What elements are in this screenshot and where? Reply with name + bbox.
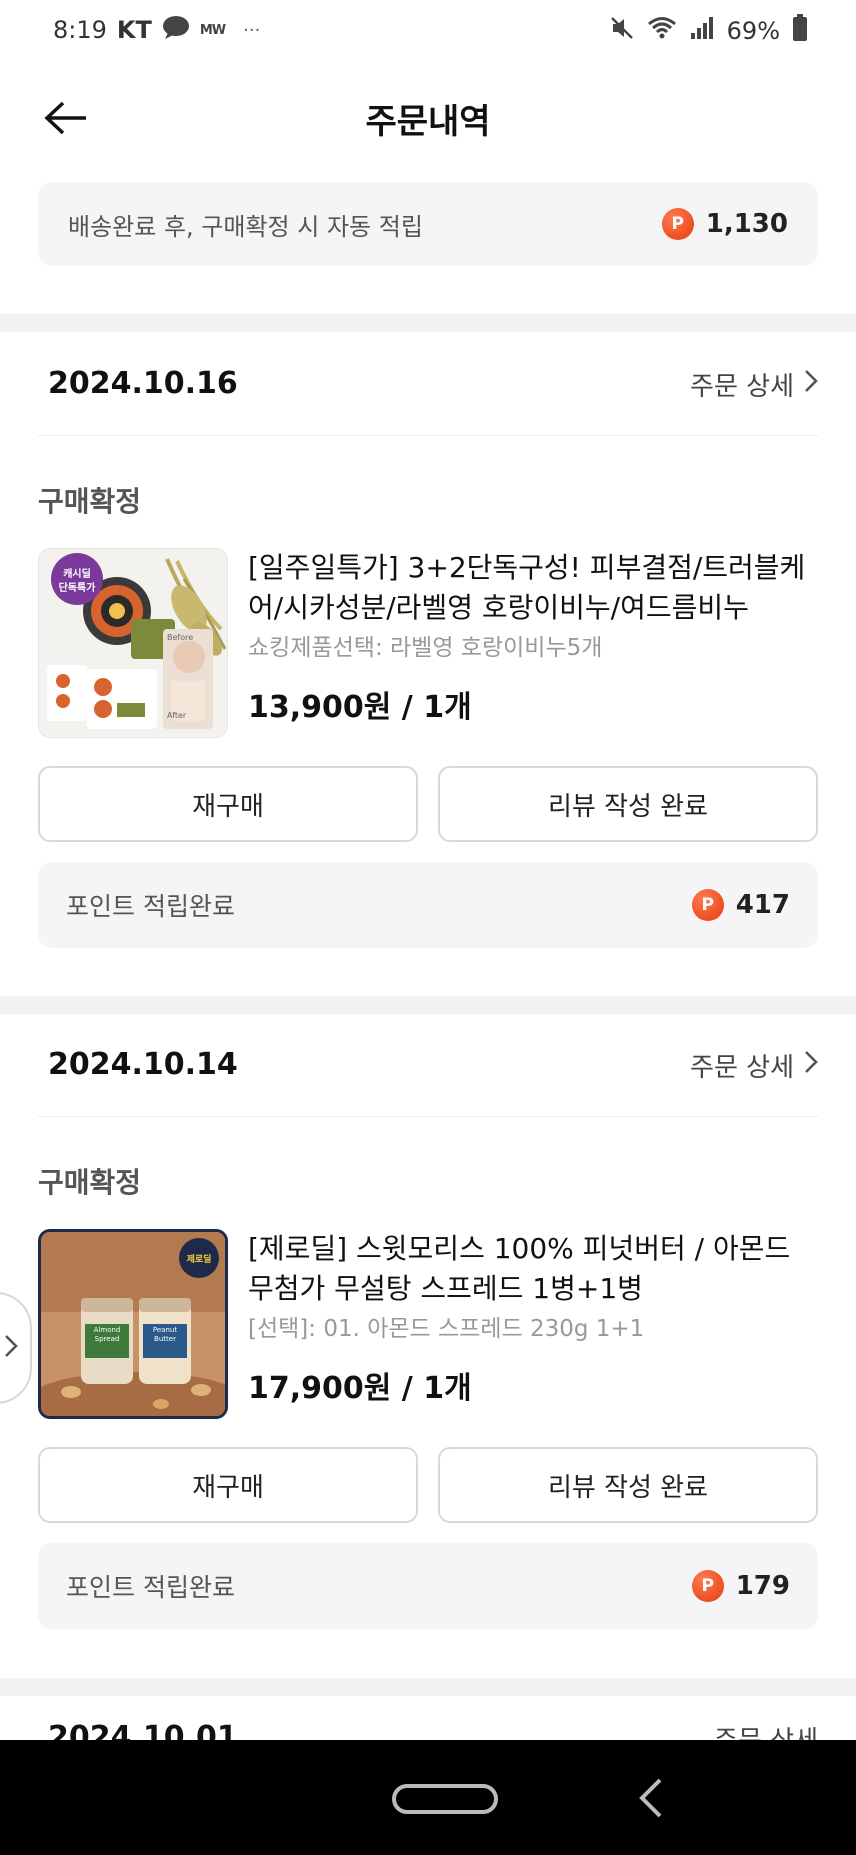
product-price: 17,900원 / 1개 [248, 1371, 472, 1406]
points-earned-row: 포인트 적립완료 P 179 [38, 1543, 818, 1629]
thumb-before: Before [167, 633, 194, 642]
battery-percent: 69% [726, 17, 780, 45]
order-detail-label: 주문 상세 [690, 1053, 794, 1083]
product-thumbnail: 캐시딜 단독특가 Before After [38, 548, 228, 738]
points-earned-value: P 179 [691, 1570, 790, 1602]
status-carrier: KT [116, 16, 152, 44]
thumb-tag-bottom: 단독특가 [58, 583, 96, 594]
section-divider [0, 314, 856, 332]
product-title: [일주일특가] 3+2단독구성! 피부결점/트러블케어/시카성분/라벨영 호랑이… [248, 551, 806, 624]
section-divider [0, 1678, 856, 1696]
product-title: [제로딜] 스윗모리스 100% 피넛버터 / 아몬드 무첨가 무설탕 스프레드… [248, 1232, 791, 1305]
points-earned-row: 포인트 적립완료 P 417 [38, 862, 818, 948]
order-actions: 재구매 리뷰 작성 완료 [38, 1447, 818, 1523]
points-earned-label: 포인트 적립완료 [66, 1573, 235, 1602]
points-earned-label: 포인트 적립완료 [66, 892, 235, 921]
point-p-icon: P [691, 1570, 724, 1602]
status-bar-left: 8:19 KT MW ··· [53, 14, 260, 46]
product-option: 쇼킹제품선택: 라벨영 호랑이비누5개 [248, 635, 603, 661]
points-banner: 배송완료 후, 구매확정 시 자동 적립 P 1,130 [38, 182, 818, 266]
section-divider [0, 996, 856, 1014]
order-actions: 재구매 리뷰 작성 완료 [38, 766, 818, 842]
product-item[interactable]: 캐시딜 단독특가 Before After [일주일특가] 3+2단독구성! 피… [38, 548, 818, 738]
points-total: 1,130 [705, 209, 788, 239]
jar-left-label: Almond Spread [93, 1326, 121, 1343]
order-card: 2024.10.14 주문 상세 구매확정 제로딜 Almond Spread … [0, 1013, 856, 1673]
review-done-button[interactable]: 리뷰 작성 완료 [438, 766, 818, 842]
thumb-tag-top: 캐시딜 [63, 569, 91, 580]
product-item[interactable]: 제로딜 Almond Spread Peanut Butter [제로딜] 스윗… [38, 1229, 818, 1419]
chevron-left-icon [632, 1778, 672, 1824]
order-detail-link[interactable]: 주문 상세 [690, 1047, 818, 1084]
thumb-badge: 제로딜 [186, 1255, 212, 1265]
point-p-icon: P [691, 889, 724, 921]
chevron-right-icon [804, 1050, 818, 1081]
order-card: 2024.10.16 주문 상세 구매확정 캐시딜 단독특가 Before Af… [0, 332, 856, 992]
point-p-icon: P [661, 208, 694, 240]
order-header: 2024.10.16 주문 상세 [38, 332, 818, 436]
order-date: 2024.10.16 [48, 366, 238, 401]
status-dots: ··· [243, 19, 261, 41]
app-header: 주문내역 [0, 64, 856, 168]
nav-back-button[interactable] [632, 1776, 672, 1820]
product-option: [선택]: 01. 아몬드 스프레드 230g 1+1 [248, 1316, 645, 1342]
chevron-right-icon [4, 1334, 18, 1362]
jar-right-label: Peanut Butter [152, 1326, 178, 1343]
rebuy-button[interactable]: 재구매 [38, 1447, 418, 1523]
order-detail-label: 주문 상세 [690, 372, 794, 402]
thumb-after: After [167, 711, 187, 720]
product-price: 13,900원 / 1개 [248, 690, 472, 725]
system-nav-bar [0, 1740, 856, 1855]
order-header: 2024.10.14 주문 상세 [38, 1013, 818, 1117]
order-history-screen: 8:19 KT MW ··· 69% 주문내역 배송완료 후, 구매확정 시 자… [0, 0, 856, 1855]
rebuy-button[interactable]: 재구매 [38, 766, 418, 842]
status-bar: 8:19 KT MW ··· 69% [0, 0, 856, 64]
points-earned-amount: 179 [735, 1571, 790, 1601]
wifi-icon [647, 15, 677, 47]
order-date: 2024.10.14 [48, 1047, 238, 1082]
battery-icon [792, 14, 808, 48]
home-button[interactable] [392, 1784, 498, 1814]
status-bar-right: 69% [609, 14, 808, 48]
order-status: 구매확정 [38, 485, 142, 518]
signal-icon [689, 15, 715, 47]
points-earned-value: P 417 [691, 889, 790, 921]
order-status: 구매확정 [38, 1166, 142, 1199]
mute-icon [609, 15, 635, 47]
chevron-right-icon [804, 369, 818, 400]
points-banner-value: P 1,130 [661, 208, 788, 240]
status-extra: MW [199, 22, 226, 38]
product-info: [제로딜] 스윗모리스 100% 피넛버터 / 아몬드 무첨가 무설탕 스프레드… [248, 1229, 818, 1407]
points-earned-amount: 417 [735, 890, 790, 920]
product-info: [일주일특가] 3+2단독구성! 피부결점/트러블케어/시카성분/라벨영 호랑이… [248, 548, 818, 726]
review-done-button[interactable]: 리뷰 작성 완료 [438, 1447, 818, 1523]
points-banner-text: 배송완료 후, 구매확정 시 자동 적립 [68, 212, 423, 241]
page-title: 주문내역 [365, 102, 491, 142]
order-detail-link[interactable]: 주문 상세 [690, 366, 818, 403]
product-thumbnail: 제로딜 Almond Spread Peanut Butter [38, 1229, 228, 1419]
chat-bubble-icon [162, 14, 190, 46]
status-time: 8:19 [53, 16, 107, 44]
